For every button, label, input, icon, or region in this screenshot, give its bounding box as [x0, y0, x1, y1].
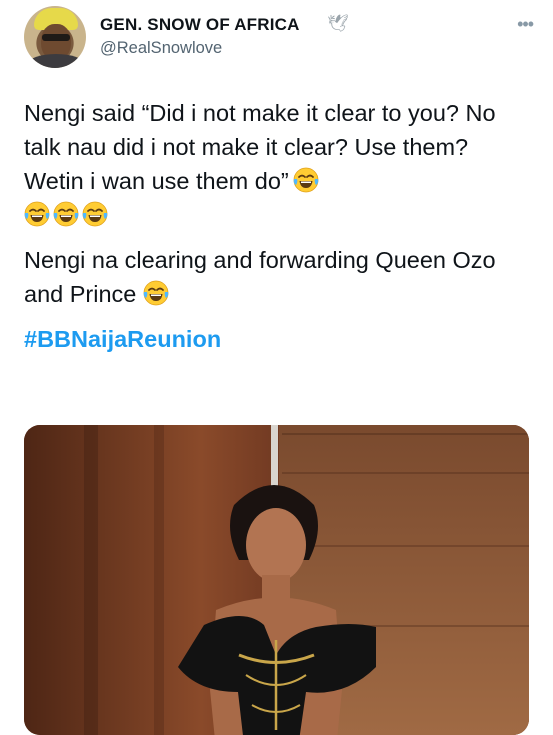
display-name[interactable]: GEN. SNOW OF AFRICA [100, 15, 300, 35]
tears-of-joy-emoji-icon [24, 201, 50, 227]
tweet-paragraph: Nengi na clearing and forwarding Queen O… [24, 243, 534, 311]
tweet-paragraph: Nengi said “Did i not make it clear to y… [24, 96, 534, 232]
tears-of-joy-emoji-icon [53, 201, 79, 227]
tweet-header: GEN. SNOW OF AFRICA 🕊 @RealSnowlove ••• [24, 6, 534, 70]
tears-of-joy-emoji-icon [293, 167, 319, 193]
avatar-glasses [42, 34, 70, 41]
tweet-text: Nengi said “Did i not make it clear to y… [24, 96, 534, 367]
tweet-image[interactable] [24, 425, 529, 735]
user-handle[interactable]: @RealSnowlove [100, 39, 222, 58]
tears-of-joy-emoji-icon [143, 280, 169, 306]
tears-of-joy-emoji-icon [82, 201, 108, 227]
dove-icon: 🕊 [327, 14, 349, 33]
tweet-paragraph: #BBNaijaReunion [24, 322, 534, 356]
avatar[interactable] [24, 6, 86, 68]
tweet-text-line: Nengi said “Did i not make it clear to y… [24, 100, 503, 194]
tweet-text-line: Nengi na clearing and forwarding Queen O… [24, 247, 503, 307]
avatar-shirt [28, 54, 84, 68]
more-options-icon[interactable]: ••• [517, 14, 534, 35]
hashtag-link[interactable]: #BBNaijaReunion [24, 326, 221, 352]
photo-image [24, 425, 529, 735]
